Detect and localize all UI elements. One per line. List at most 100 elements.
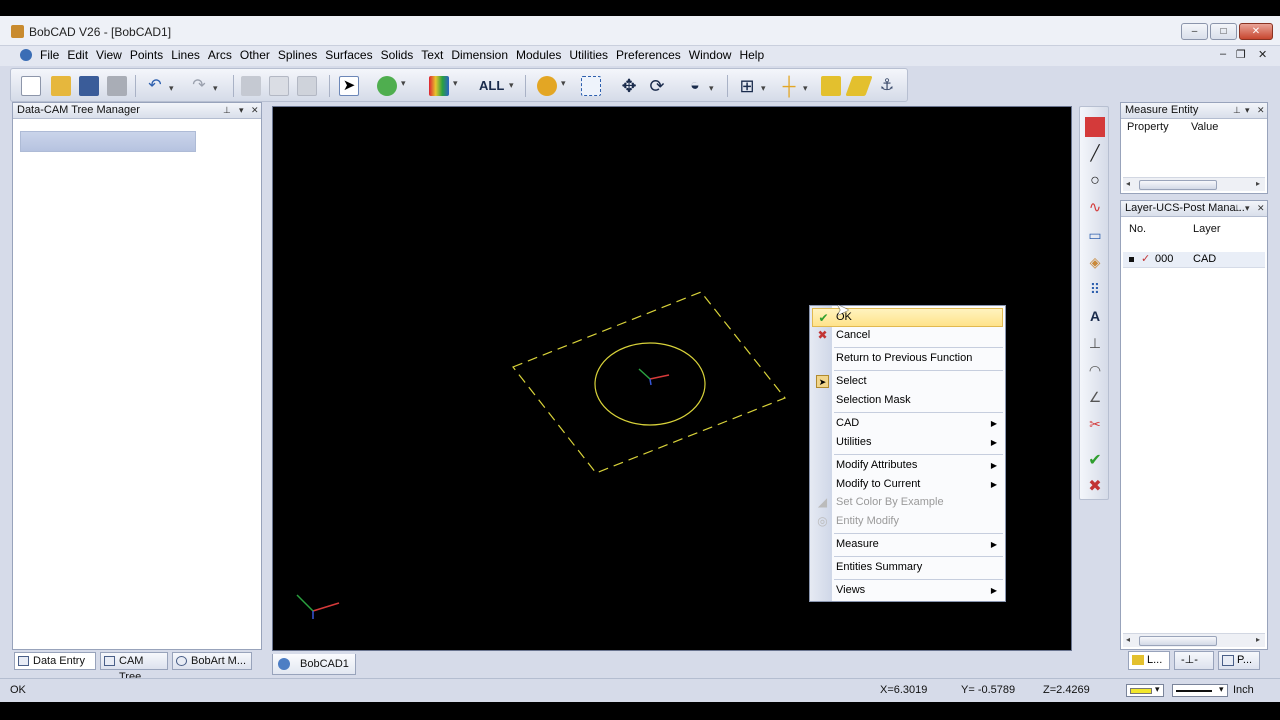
panel-close-icon[interactable]: ✕	[251, 103, 259, 118]
menu-other[interactable]: Other	[236, 48, 274, 63]
scroll-thumb[interactable]	[1139, 636, 1217, 646]
select-arrow-icon[interactable]: ➤	[339, 76, 359, 96]
save-icon[interactable]	[79, 76, 99, 96]
tab-post[interactable]: P...	[1218, 651, 1260, 670]
new-file-icon[interactable]	[21, 76, 41, 96]
maximize-button[interactable]: □	[1210, 23, 1237, 40]
tab-data-entry[interactable]: Data Entry	[14, 652, 96, 670]
dimension-icon[interactable]: ⊥	[1085, 333, 1105, 353]
menu-item-measure[interactable]: Measure ▶	[812, 535, 1003, 554]
menu-item-entities-summary[interactable]: Entities Summary	[812, 558, 1003, 577]
tab-cam-tree[interactable]: CAM Tree	[100, 652, 168, 683]
rotate-icon[interactable]: ⟳	[647, 76, 667, 96]
panel-close-icon[interactable]: ✕	[1257, 201, 1265, 216]
menu-solids[interactable]: Solids	[377, 48, 418, 63]
menu-window[interactable]: Window	[685, 48, 736, 63]
menu-item-modify-attributes[interactable]: Modify Attributes ▶	[812, 456, 1003, 475]
line-style-selector[interactable]: ▾	[1172, 684, 1228, 697]
open-folder-icon[interactable]	[51, 76, 71, 96]
tab-layer[interactable]: L...	[1128, 651, 1170, 670]
panel-menu-icon[interactable]: ▾	[1245, 201, 1250, 216]
units-label[interactable]: Inch	[1233, 684, 1254, 696]
paste-icon[interactable]	[297, 76, 317, 96]
document-icon[interactable]	[20, 49, 32, 61]
menu-modules[interactable]: Modules	[512, 48, 565, 63]
circle-icon[interactable]: ○	[1085, 171, 1105, 191]
horizontal-scrollbar[interactable]: ◂ ▸	[1123, 177, 1265, 191]
scroll-right-icon[interactable]: ▸	[1256, 635, 1260, 644]
menu-item-views[interactable]: Views ▶	[812, 581, 1003, 600]
spline-icon[interactable]: ∿	[1085, 198, 1105, 218]
menu-text[interactable]: Text	[417, 48, 447, 63]
zoom-window-icon[interactable]	[581, 76, 601, 96]
mdi-restore-button[interactable]: ❐	[1236, 48, 1246, 61]
ok-check-icon[interactable]: ✔	[1085, 451, 1105, 471]
trim-icon[interactable]: ✂	[1085, 414, 1105, 434]
cancel-x-icon[interactable]: ✖	[1085, 477, 1105, 497]
tab-ucs[interactable]: -⊥-	[1174, 651, 1214, 670]
pin-icon[interactable]: ⊥	[223, 103, 231, 118]
tree-selected-item[interactable]	[20, 131, 196, 152]
menu-arcs[interactable]: Arcs	[204, 48, 236, 63]
angle-icon[interactable]: ∠	[1085, 387, 1105, 407]
ruler-icon[interactable]	[821, 76, 841, 96]
menu-item-utilities[interactable]: Utilities ▶	[812, 433, 1003, 452]
delete-icon[interactable]	[241, 76, 261, 96]
copy-icon[interactable]	[269, 76, 289, 96]
menu-preferences[interactable]: Preferences	[612, 48, 685, 63]
menu-dimension[interactable]: Dimension	[447, 48, 512, 63]
scroll-right-icon[interactable]: ▸	[1256, 179, 1260, 188]
mdi-close-button[interactable]: ✕	[1258, 48, 1267, 61]
document-tab[interactable]: BobCAD1	[272, 654, 356, 675]
panel-close-icon[interactable]: ✕	[1257, 103, 1265, 118]
scroll-thumb[interactable]	[1139, 180, 1217, 190]
pan-icon[interactable]: ✥	[619, 76, 639, 96]
ucs-icon[interactable]: ⊞	[737, 76, 765, 98]
menu-file[interactable]: File	[36, 48, 63, 63]
menu-edit[interactable]: Edit	[63, 48, 92, 63]
construction-plane-icon[interactable]: ┼	[779, 76, 808, 98]
panel-menu-icon[interactable]: ▾	[239, 103, 244, 118]
tab-bobart[interactable]: BobArt M...	[172, 652, 252, 670]
arc-icon[interactable]: ◠	[1085, 360, 1105, 380]
line-icon[interactable]: ╱	[1085, 144, 1105, 164]
pin-icon[interactable]: ⊥	[1233, 103, 1241, 118]
rectangle-icon[interactable]: ▭	[1085, 225, 1105, 245]
menu-item-cancel[interactable]: ✖ Cancel	[812, 326, 1003, 345]
menu-item-cad[interactable]: CAD ▶	[812, 414, 1003, 433]
table-row[interactable]: ✓ 000 CAD	[1123, 252, 1265, 268]
panel-menu-icon[interactable]: ▾	[1245, 103, 1250, 118]
menu-surfaces[interactable]: Surfaces	[321, 48, 376, 63]
text-icon[interactable]: A	[1085, 306, 1105, 326]
scroll-left-icon[interactable]: ◂	[1126, 179, 1130, 188]
point-pattern-icon[interactable]: ⠿	[1085, 279, 1105, 299]
visibility-check-icon[interactable]: ✓	[1141, 252, 1150, 267]
pin-icon[interactable]: ⊥	[1233, 201, 1241, 216]
menu-help[interactable]: Help	[735, 48, 768, 63]
add-entity-icon[interactable]	[377, 76, 406, 96]
menu-item-modify-to-current[interactable]: Modify to Current ▶	[812, 475, 1003, 494]
anchor-icon[interactable]: ⚓	[877, 76, 897, 96]
view-orientation-icon[interactable]: ◒	[685, 76, 713, 98]
close-button[interactable]: ✕	[1239, 23, 1273, 40]
menu-points[interactable]: Points	[126, 48, 167, 63]
undo-icon[interactable]: ↶	[145, 76, 173, 98]
horizontal-scrollbar[interactable]: ◂ ▸	[1123, 633, 1265, 647]
menu-item-return-previous[interactable]: Return to Previous Function	[812, 349, 1003, 368]
print-icon[interactable]	[107, 76, 127, 96]
menu-item-select[interactable]: ➤ Select	[812, 372, 1003, 391]
redo-icon[interactable]: ↷	[189, 76, 217, 98]
measure-tool-icon[interactable]	[845, 76, 873, 96]
color-selector[interactable]: ▾	[1126, 684, 1164, 697]
zoom-icon[interactable]	[537, 76, 566, 96]
menu-splines[interactable]: Splines	[274, 48, 321, 63]
menu-item-selection-mask[interactable]: Selection Mask	[812, 391, 1003, 410]
menu-view[interactable]: View	[92, 48, 126, 63]
select-all-button[interactable]: ALL	[479, 78, 504, 93]
point-icon[interactable]	[1085, 117, 1105, 137]
color-layer-icon[interactable]	[429, 76, 458, 96]
surface-icon[interactable]: ◈	[1085, 252, 1105, 272]
menu-lines[interactable]: Lines	[167, 48, 204, 63]
minimize-button[interactable]: –	[1181, 23, 1208, 40]
scroll-left-icon[interactable]: ◂	[1126, 635, 1130, 644]
